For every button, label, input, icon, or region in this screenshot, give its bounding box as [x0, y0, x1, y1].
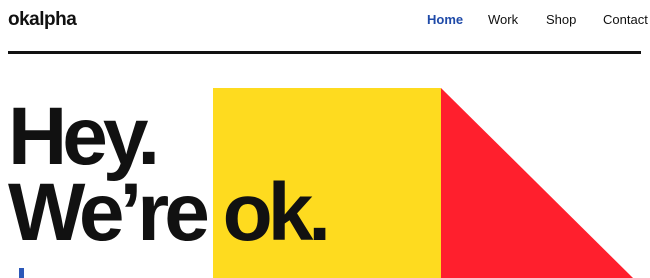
accent-bar	[19, 268, 24, 278]
nav-link-contact[interactable]: Contact	[603, 12, 648, 28]
hero-heading-line-2: We’re ok.	[8, 167, 331, 258]
header-divider	[8, 51, 641, 54]
nav-link-work[interactable]: Work	[488, 12, 518, 28]
site-header: okalpha Home Work Shop Contact	[0, 0, 650, 52]
site-logo[interactable]: okalpha	[8, 8, 77, 32]
nav-link-home[interactable]: Home	[427, 12, 463, 28]
nav-link-shop[interactable]: Shop	[546, 12, 576, 28]
hero-heading-line-1: Hey.	[8, 91, 160, 182]
hero-red-triangle	[441, 88, 633, 278]
